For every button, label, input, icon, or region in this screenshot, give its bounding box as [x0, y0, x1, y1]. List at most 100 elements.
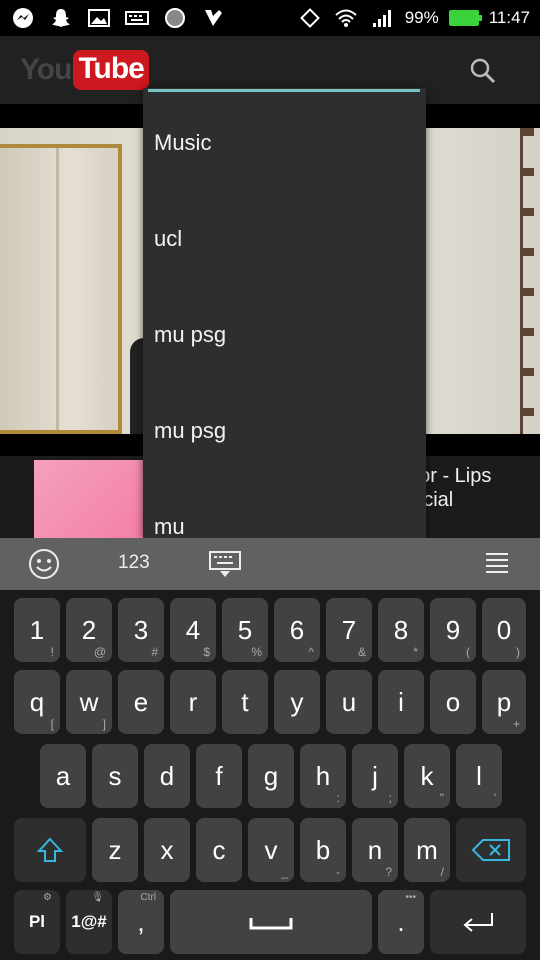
period-label: .	[397, 906, 405, 937]
key-sub: /	[440, 865, 444, 879]
key-t[interactable]: t	[222, 670, 268, 734]
key-sub: +	[512, 717, 520, 731]
key-y[interactable]: y	[274, 670, 320, 734]
suggestion-item[interactable]: mu	[143, 479, 426, 538]
key-4[interactable]: 4 $	[170, 598, 216, 662]
key-l[interactable]: l '	[456, 744, 502, 808]
key-o[interactable]: o	[430, 670, 476, 734]
key-k[interactable]: k "	[404, 744, 450, 808]
snapchat-icon	[48, 7, 74, 29]
space-icon	[249, 918, 293, 930]
mic-icon: 🎙	[91, 892, 104, 903]
key-sub: )	[516, 645, 520, 659]
enter-icon	[463, 913, 493, 932]
key-sub: *	[413, 645, 418, 659]
key-sub: &	[357, 645, 366, 659]
key-p[interactable]: p +	[482, 670, 526, 734]
symbols-key[interactable]: 1@# 🎙	[66, 890, 112, 954]
language-key[interactable]: Pl ⚙	[14, 890, 60, 954]
key-b[interactable]: b-	[300, 818, 346, 882]
key-sub: @	[93, 645, 106, 659]
video-title[interactable]: nor - Lips fficial	[408, 464, 540, 512]
menu-icon[interactable]	[484, 551, 510, 575]
key-main: p	[496, 686, 512, 717]
space-key[interactable]	[170, 890, 372, 954]
hide-keyboard-icon[interactable]	[208, 550, 242, 578]
video-thumbnail[interactable]	[34, 460, 146, 538]
key-w[interactable]: w]	[66, 670, 112, 734]
numbers-button[interactable]: 123	[118, 552, 150, 574]
key-r[interactable]: r	[170, 670, 216, 734]
key-2[interactable]: 2 @	[66, 598, 112, 662]
key-u[interactable]: u	[326, 670, 372, 734]
key-main: 7	[341, 614, 357, 645]
emoji-icon[interactable]	[28, 548, 60, 580]
key-3[interactable]: 3 #	[118, 598, 164, 662]
key-6[interactable]: 6 ^	[274, 598, 320, 662]
suggestion-item[interactable]: Music	[143, 95, 426, 191]
circle-icon	[162, 7, 188, 29]
messenger-icon	[10, 7, 36, 29]
youtube-logo[interactable]: You Tube	[20, 50, 149, 90]
key-0[interactable]: 0)	[482, 598, 526, 662]
key-j[interactable]: j;	[352, 744, 398, 808]
key-f[interactable]: f	[196, 744, 242, 808]
key-main: s	[108, 760, 122, 791]
key-main: n	[367, 834, 383, 865]
key-main: w	[79, 686, 99, 717]
key-i[interactable]: i	[378, 670, 424, 734]
comma-key[interactable]: , Ctrl	[118, 890, 164, 954]
shift-key[interactable]	[14, 818, 86, 882]
key-main: z	[108, 834, 122, 865]
key-main: b	[315, 834, 331, 865]
key-m[interactable]: m /	[404, 818, 450, 882]
key-main: a	[55, 760, 71, 791]
key-7[interactable]: 7 &	[326, 598, 372, 662]
key-h[interactable]: h:	[300, 744, 346, 808]
battery-percent: 99%	[404, 8, 439, 27]
keyboard: 1! 2 @ 3 # 4 $ 5% 6 ^ 7 & 8 * 9( 0) q[ w] e r …	[0, 590, 540, 960]
key-sub: $	[203, 645, 210, 659]
key-sub: (	[466, 645, 470, 659]
key-q[interactable]: q[	[14, 670, 60, 734]
key-g[interactable]: g	[248, 744, 294, 808]
key-z[interactable]: z	[92, 818, 138, 882]
key-n[interactable]: n?	[352, 818, 398, 882]
key-8[interactable]: 8 *	[378, 598, 424, 662]
key-v[interactable]: v _	[248, 818, 294, 882]
symbols-label: 1@#	[71, 912, 107, 931]
key-sub: ]	[102, 717, 106, 731]
keyboard-toolbar: 123	[0, 538, 540, 590]
suggestion-item[interactable]: ucl	[143, 191, 426, 287]
logo-tube: Tube	[73, 50, 149, 90]
key-main: j	[372, 760, 378, 791]
more-punctuation: •••	[405, 892, 416, 903]
comma-label: ,	[137, 906, 145, 937]
key-d[interactable]: d	[144, 744, 190, 808]
suggestion-item[interactable]: mu psg	[143, 383, 426, 479]
backspace-key[interactable]	[456, 818, 526, 882]
key-main: r	[188, 686, 198, 717]
period-key[interactable]: . •••	[378, 890, 424, 954]
key-x[interactable]: x	[144, 818, 190, 882]
key-sub: "	[439, 791, 444, 805]
key-5[interactable]: 5%	[222, 598, 268, 662]
key-1[interactable]: 1!	[14, 598, 60, 662]
key-e[interactable]: e	[118, 670, 164, 734]
key-a[interactable]: a	[40, 744, 86, 808]
key-sub: _	[281, 865, 288, 879]
check-app-icon	[200, 7, 226, 29]
clock: 11:47	[488, 8, 530, 27]
key-main: h	[315, 760, 331, 791]
key-sub: ^	[308, 645, 314, 659]
suggestion-item[interactable]: mu psg	[143, 287, 426, 383]
key-main: i	[398, 686, 404, 717]
search-icon[interactable]	[468, 56, 498, 86]
key-main: f	[215, 760, 223, 791]
key-c[interactable]: c	[196, 818, 242, 882]
enter-key[interactable]	[430, 890, 526, 954]
key-s[interactable]: s	[92, 744, 138, 808]
backspace-icon	[471, 839, 510, 861]
key-9[interactable]: 9(	[430, 598, 476, 662]
key-sub: [	[50, 717, 54, 731]
